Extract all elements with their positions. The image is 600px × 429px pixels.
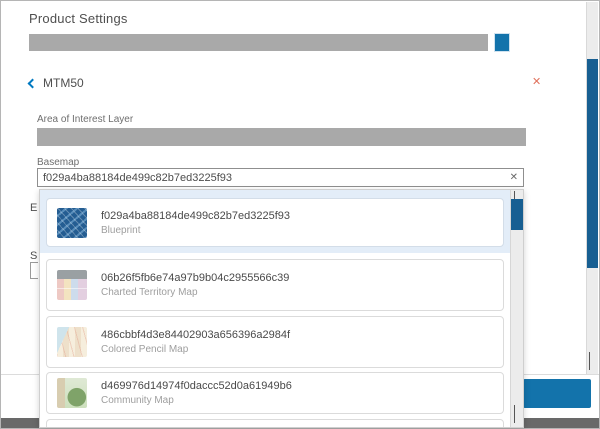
basemap-option-colored-pencil[interactable]: 486cbbf4d3e84402903a656396a2984f Colored… xyxy=(46,316,504,368)
basemap-option-id: 486cbbf4d3e84402903a656396a2984f xyxy=(101,329,290,341)
basemap-option-blueprint[interactable]: f029a4ba88184de499c82b7ed3225f93 Bluepri… xyxy=(46,198,504,247)
obscured-label-fragment: E xyxy=(30,202,37,214)
blueprint-thumbnail xyxy=(57,208,87,238)
close-icon[interactable]: ✕ xyxy=(532,77,541,88)
back-link[interactable]: MTM50 xyxy=(29,76,84,90)
dropdown-scrollbar[interactable] xyxy=(510,190,523,427)
progress-bar xyxy=(29,34,488,51)
scroll-down-icon[interactable] xyxy=(589,352,590,370)
basemap-option-partial[interactable] xyxy=(46,419,504,428)
obscured-label-fragment: S xyxy=(30,250,37,262)
page-title: Product Settings xyxy=(29,11,128,26)
basemap-input[interactable]: f029a4ba88184de499c82b7ed3225f93 ✕ xyxy=(37,168,524,187)
dropdown-scrollbar-thumb[interactable] xyxy=(511,199,523,230)
window-scrollbar[interactable] xyxy=(586,2,598,374)
chevron-left-icon xyxy=(28,79,38,89)
basemap-option-id: f029a4ba88184de499c82b7ed3225f93 xyxy=(101,210,290,222)
basemap-option-id: d469976d14974f0daccc52d0a61949b6 xyxy=(101,380,292,392)
community-thumbnail xyxy=(57,378,87,408)
charted-territory-thumbnail xyxy=(57,270,87,300)
basemap-option-id: 06b26f5fb6e74a97b9b04c2955566c39 xyxy=(101,272,289,284)
basemap-option-community[interactable]: d469976d14974f0daccc52d0a61949b6 Communi… xyxy=(46,372,504,414)
primary-action-button[interactable] xyxy=(523,379,591,408)
obscured-checkbox-fragment xyxy=(30,262,38,279)
basemap-option-name: Charted Territory Map xyxy=(101,287,289,298)
basemap-dropdown-list: f029a4ba88184de499c82b7ed3225f93 Bluepri… xyxy=(40,190,510,427)
aoi-layer-label: Area of Interest Layer xyxy=(37,114,133,125)
basemap-label: Basemap xyxy=(37,157,79,168)
window-scrollbar-thumb[interactable] xyxy=(587,59,598,268)
basemap-dropdown: f029a4ba88184de499c82b7ed3225f93 Bluepri… xyxy=(39,189,524,428)
basemap-option-charted-territory[interactable]: 06b26f5fb6e74a97b9b04c2955566c39 Charted… xyxy=(46,259,504,311)
basemap-option-name: Blueprint xyxy=(101,225,290,236)
back-link-label: MTM50 xyxy=(43,76,84,90)
basemap-input-value: f029a4ba88184de499c82b7ed3225f93 xyxy=(43,172,506,184)
scroll-down-icon[interactable] xyxy=(514,405,515,423)
aoi-layer-input-disabled xyxy=(37,128,526,146)
basemap-option-name: Community Map xyxy=(101,395,292,406)
clear-icon[interactable]: ✕ xyxy=(506,173,518,183)
colored-pencil-thumbnail xyxy=(57,327,87,357)
progress-handle[interactable] xyxy=(495,34,509,51)
basemap-option-name: Colored Pencil Map xyxy=(101,344,290,355)
product-settings-dialog: Product Settings MTM50 ✕ Area of Interes… xyxy=(0,0,600,429)
